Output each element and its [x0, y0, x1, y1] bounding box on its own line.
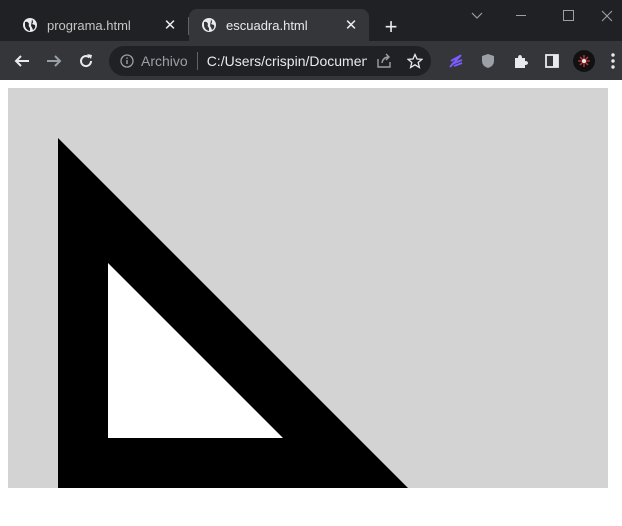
- security-label: Archivo: [141, 53, 188, 69]
- omnibox-divider: [196, 52, 198, 70]
- extension-feather-icon[interactable]: [442, 47, 470, 75]
- maximize-button[interactable]: [546, 0, 592, 32]
- extension-shield-icon[interactable]: [474, 47, 502, 75]
- menu-kebab-icon[interactable]: [604, 47, 622, 75]
- set-square-drawing: [58, 138, 408, 488]
- share-icon[interactable]: [375, 52, 393, 70]
- side-panel-icon[interactable]: [538, 47, 566, 75]
- close-window-button[interactable]: [592, 0, 622, 32]
- globe-icon: [201, 17, 217, 33]
- drawing-canvas: [8, 88, 608, 488]
- reload-button[interactable]: [72, 47, 100, 75]
- tab-title: programa.html: [47, 17, 131, 33]
- globe-icon: [22, 17, 38, 33]
- info-icon[interactable]: [119, 53, 135, 69]
- toolbar: Archivo C:/Users/crispin/Documents/escua…: [0, 41, 622, 80]
- new-tab-button[interactable]: +: [378, 14, 404, 40]
- close-tab-icon[interactable]: ✕: [160, 15, 180, 35]
- browser-window: programa.html ✕ escuadra.html ✕ + Archiv…: [0, 0, 622, 80]
- bookmark-star-icon[interactable]: [406, 52, 424, 70]
- forward-button[interactable]: [40, 47, 68, 75]
- url-text[interactable]: C:/Users/crispin/Documents/escuadra.html: [207, 53, 367, 69]
- back-button[interactable]: [8, 47, 36, 75]
- address-bar[interactable]: Archivo C:/Users/crispin/Documents/escua…: [109, 46, 431, 76]
- tab-strip: programa.html ✕ escuadra.html ✕ +: [0, 0, 622, 41]
- extensions-puzzle-icon[interactable]: [506, 47, 534, 75]
- tab-search-icon[interactable]: [454, 0, 500, 32]
- tab-title: escuadra.html: [226, 17, 308, 33]
- close-tab-icon[interactable]: ✕: [341, 15, 361, 35]
- page-viewport: [0, 80, 622, 526]
- profile-avatar[interactable]: [573, 50, 595, 72]
- tab-escuadra[interactable]: escuadra.html ✕: [189, 9, 369, 41]
- minimize-button[interactable]: [499, 0, 545, 32]
- tab-programa[interactable]: programa.html ✕: [10, 9, 188, 41]
